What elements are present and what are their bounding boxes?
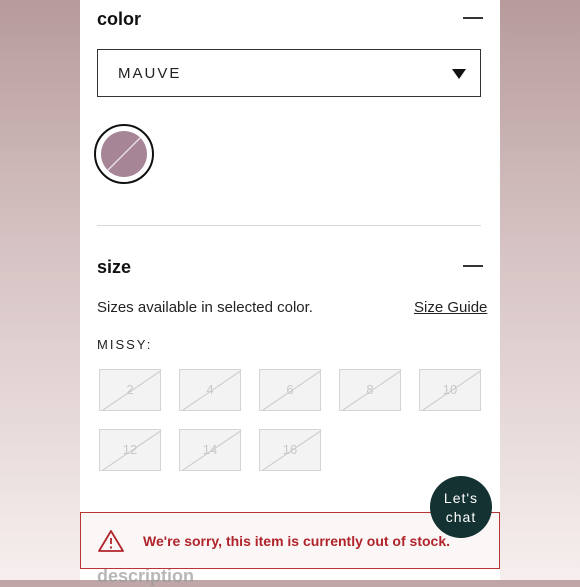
size-section-title: size: [97, 257, 132, 277]
unavailable-slash-icon: [104, 134, 144, 174]
chevron-down-icon: [452, 69, 466, 79]
unavailable-slash-icon: [102, 430, 160, 470]
size-option-10[interactable]: 10: [419, 369, 481, 411]
background-right: [500, 0, 580, 580]
chat-button[interactable]: Let's chat: [430, 476, 492, 538]
size-option-12[interactable]: 12: [99, 429, 161, 471]
color-section-title: color: [97, 9, 142, 29]
background-left: [0, 0, 80, 580]
size-option-8[interactable]: 8: [339, 369, 401, 411]
unavailable-slash-icon: [102, 370, 160, 410]
size-option-16[interactable]: 16: [259, 429, 321, 471]
sizes-availability-text: Sizes available in selected color.: [97, 299, 313, 316]
collapse-color-icon[interactable]: [463, 17, 483, 19]
color-select[interactable]: MAUVE: [97, 49, 481, 97]
warning-icon: [98, 530, 124, 552]
unavailable-slash-icon: [342, 370, 400, 410]
size-option-4[interactable]: 4: [179, 369, 241, 411]
size-group-label: MISSY:: [97, 337, 153, 352]
unavailable-slash-icon: [422, 370, 480, 410]
unavailable-slash-icon: [182, 430, 240, 470]
chat-label-line1: Let's: [443, 490, 479, 506]
collapse-size-icon[interactable]: [463, 265, 483, 267]
unavailable-slash-icon: [182, 370, 240, 410]
size-option-14[interactable]: 14: [179, 429, 241, 471]
size-guide-link[interactable]: Size Guide: [414, 299, 487, 316]
description-section-title: description: [97, 566, 195, 586]
out-of-stock-message: We're sorry, this item is currently out …: [143, 533, 451, 549]
color-swatch-selected[interactable]: [94, 124, 154, 184]
section-divider: [97, 225, 481, 226]
chat-label-line2: chat: [445, 509, 477, 525]
size-option-2[interactable]: 2: [99, 369, 161, 411]
unavailable-slash-icon: [262, 370, 320, 410]
size-option-6[interactable]: 6: [259, 369, 321, 411]
unavailable-slash-icon: [262, 430, 320, 470]
color-select-value: MAUVE: [118, 65, 182, 82]
mauve-swatch: [101, 131, 147, 177]
